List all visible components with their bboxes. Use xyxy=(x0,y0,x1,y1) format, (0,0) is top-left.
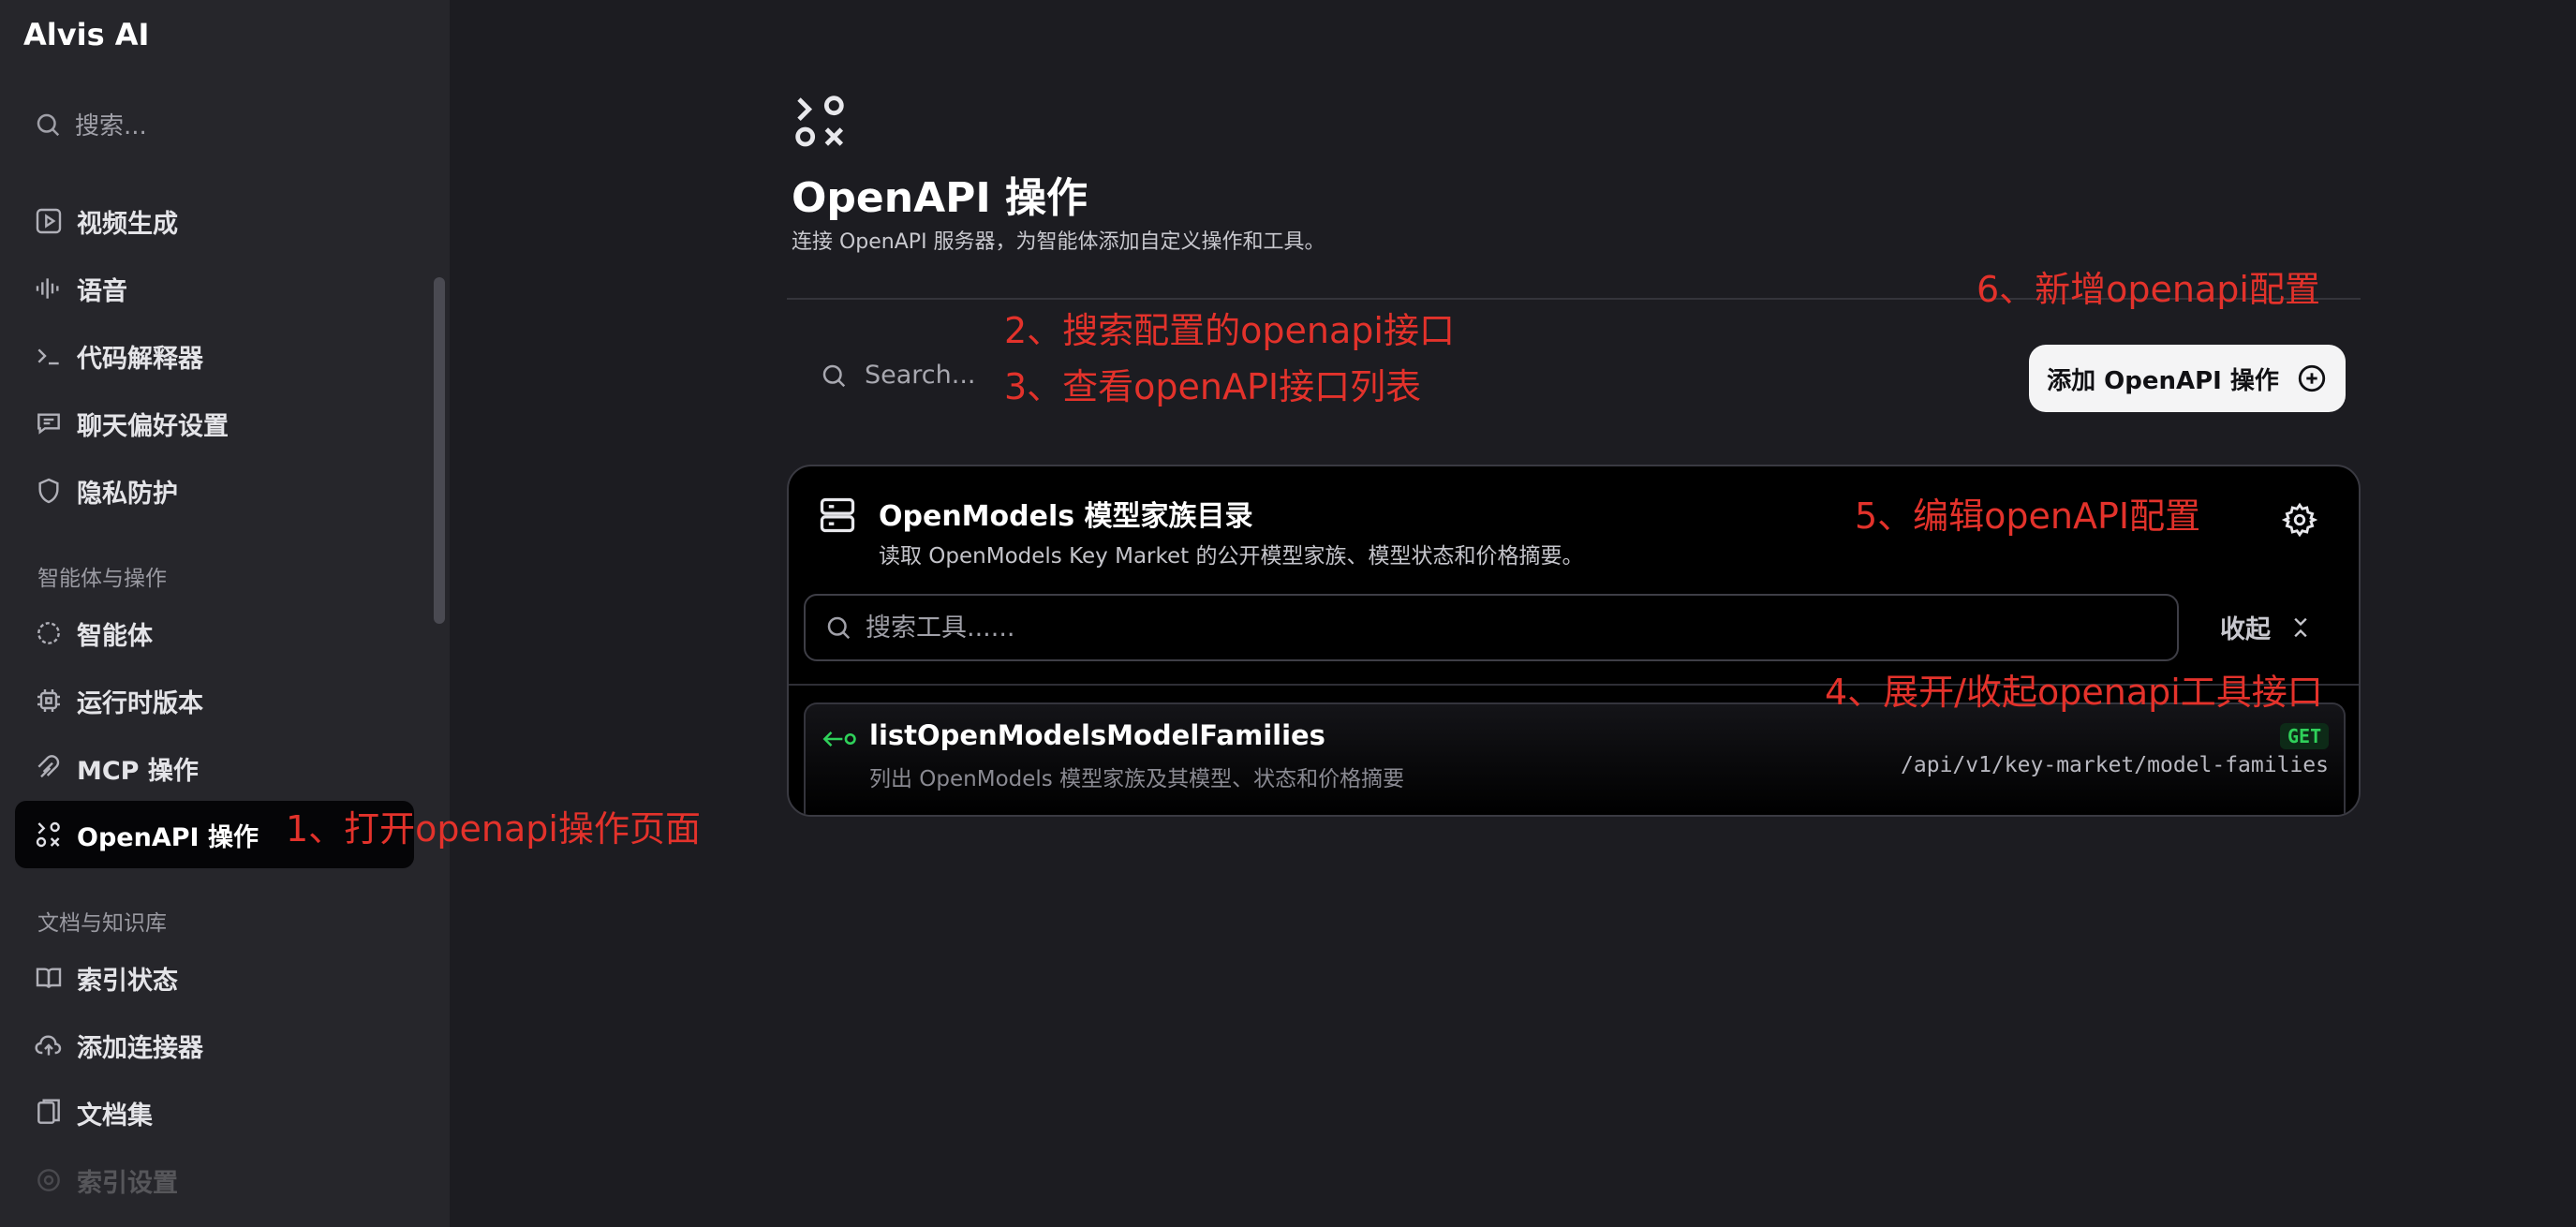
documents-icon xyxy=(37,1099,60,1124)
openapi-header-icon xyxy=(795,96,844,147)
sidebar-search-placeholder: 搜索... xyxy=(75,112,147,140)
sidebar-item-label: 运行时版本 xyxy=(77,688,203,718)
annotation-3: 3、查看openAPI接口列表 xyxy=(1004,366,1422,407)
sidebar-item-chat-preferences[interactable]: 聊天偏好设置 xyxy=(34,401,229,446)
sidebar-item-index-status[interactable]: 索引状态 xyxy=(34,955,178,1000)
server-description: 读取 OpenModels Key Market 的公开模型家族、模型状态和价格… xyxy=(879,544,1584,569)
sidebar-item-document-sets[interactable]: 文档集 xyxy=(34,1090,153,1135)
annotation-2: 2、搜索配置的openapi接口 xyxy=(1004,310,1455,351)
sidebar-item-voice[interactable]: 语音 xyxy=(34,266,127,311)
terminal-icon xyxy=(37,348,59,365)
annotation-4: 4、展开/收起openapi工具接口 xyxy=(1825,672,2323,713)
sidebar-item-label: 语音 xyxy=(77,276,127,306)
annotation-6: 6、新增openapi配置 xyxy=(1976,269,2320,310)
shield-icon xyxy=(38,478,59,504)
video-play-icon xyxy=(36,208,62,234)
sidebar: Alvis AI 搜索... 视频生成 语音 代码解释器 聊天偏好设置 隐私防护… xyxy=(0,0,450,1227)
annotation-5: 5、编辑openAPI配置 xyxy=(1855,495,2201,537)
sidebar-item-label: 智能体 xyxy=(77,621,153,651)
brand-name: Alvis AI xyxy=(23,17,150,52)
page-title: OpenAPI 操作 xyxy=(792,174,1088,222)
http-method-badge: GET xyxy=(2280,723,2330,749)
book-icon xyxy=(36,968,62,988)
openapi-icon xyxy=(36,821,60,848)
section-label-agents: 智能体与操作 xyxy=(37,567,167,591)
section-label-docs: 文档与知识库 xyxy=(37,911,167,936)
endpoint-description: 列出 OpenModels 模型家族及其模型、状态和价格摘要 xyxy=(869,767,1405,791)
sidebar-item-agents[interactable]: 智能体 xyxy=(34,611,153,656)
search-icon xyxy=(822,364,846,387)
chevrons-collapse-icon xyxy=(2294,617,2307,637)
sidebar-item-runtime[interactable]: 运行时版本 xyxy=(34,678,203,723)
sidebar-item-label: MCP 操作 xyxy=(77,756,199,786)
endpoint-row[interactable]: listOpenModelsModelFamilies 列出 OpenModel… xyxy=(804,702,2346,815)
audio-wave-icon xyxy=(36,278,59,299)
sidebar-item-label: 文档集 xyxy=(77,1101,153,1131)
cloud-upload-icon xyxy=(35,1035,62,1056)
openapi-search[interactable]: Search... xyxy=(820,361,976,390)
settings-icon xyxy=(37,1169,60,1191)
chat-icon xyxy=(37,413,60,435)
search-icon xyxy=(827,616,851,640)
sidebar-item-label: 代码解释器 xyxy=(77,344,203,374)
endpoint-path: /api/v1/key-market/model-families xyxy=(1901,753,2329,777)
endpoint-name: listOpenModelsModelFamilies xyxy=(869,719,1325,751)
sidebar-item-code-interpreter[interactable]: 代码解释器 xyxy=(34,333,203,378)
server-title: OpenModels 模型家族目录 xyxy=(879,500,1253,533)
search-icon xyxy=(37,113,60,136)
sidebar-scrollbar[interactable] xyxy=(434,277,445,624)
server-icon xyxy=(820,497,855,533)
sidebar-item-video[interactable]: 视频生成 xyxy=(34,199,178,244)
sidebar-item-index-settings[interactable]: 索引设置 xyxy=(34,1158,178,1203)
sidebar-item-label: 添加连接器 xyxy=(77,1033,203,1063)
sidebar-item-label: 索引状态 xyxy=(77,966,178,996)
openapi-search-placeholder: Search... xyxy=(865,361,976,390)
add-openapi-button-label: 添加 OpenAPI 操作 xyxy=(2047,366,2279,395)
sidebar-item-label: 聊天偏好设置 xyxy=(77,411,229,441)
tool-search-input[interactable] xyxy=(866,613,2158,643)
page-description: 连接 OpenAPI 服务器，为智能体添加自定义操作和工具。 xyxy=(792,230,1325,254)
chip-icon xyxy=(37,689,60,712)
annotation-1: 1、打开openapi操作页面 xyxy=(286,808,701,850)
sidebar-item-mcp[interactable]: MCP 操作 xyxy=(34,746,199,791)
add-openapi-button[interactable]: 添加 OpenAPI 操作 xyxy=(2029,345,2346,412)
sidebar-item-privacy[interactable]: 隐私防护 xyxy=(34,468,178,513)
sidebar-item-label: 索引设置 xyxy=(77,1168,178,1198)
sidebar-item-label: 隐私防护 xyxy=(77,479,178,509)
sidebar-item-add-connector[interactable]: 添加连接器 xyxy=(34,1023,203,1068)
collapse-toggle[interactable]: 收起 xyxy=(2220,609,2314,645)
endpoint-arrow-icon xyxy=(822,731,856,747)
agent-circle-icon xyxy=(37,622,60,644)
sidebar-search[interactable]: 搜索... xyxy=(34,107,147,141)
plus-circle-icon xyxy=(2298,364,2326,392)
mcp-icon xyxy=(37,755,60,778)
sidebar-item-label: 视频生成 xyxy=(77,209,178,239)
tool-search-field[interactable] xyxy=(804,594,2179,661)
collapse-label: 收起 xyxy=(2220,615,2271,644)
sidebar-item-label: OpenAPI 操作 xyxy=(77,822,259,852)
gear-icon[interactable] xyxy=(2282,502,2317,538)
